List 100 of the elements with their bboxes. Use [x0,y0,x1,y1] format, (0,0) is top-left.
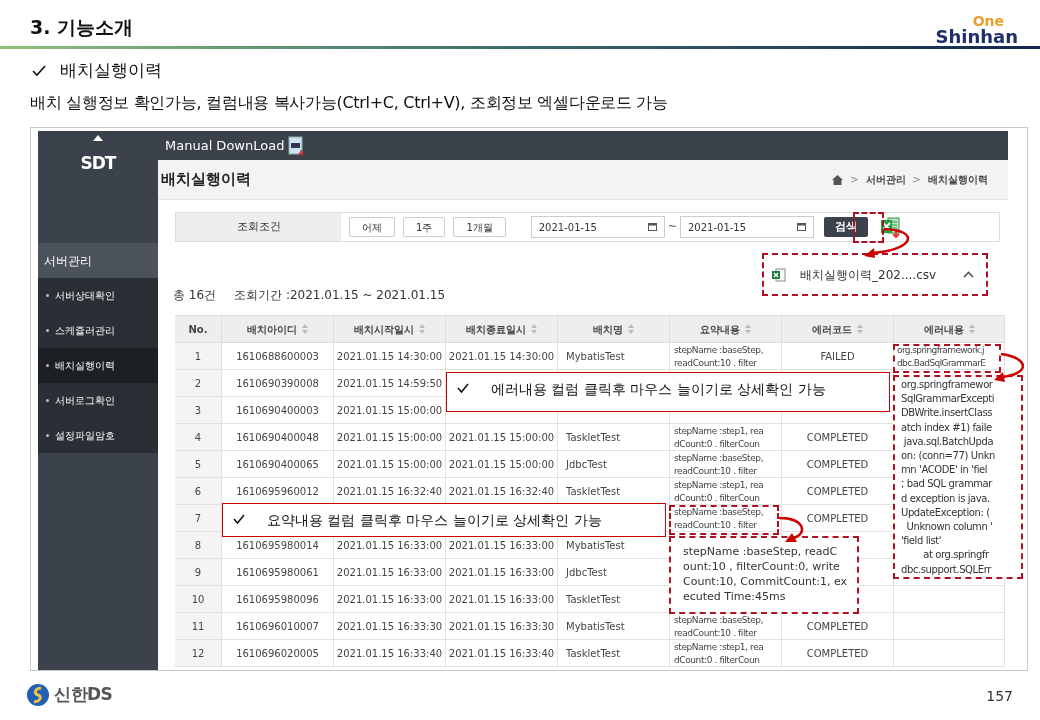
table-cell: 2021.01.15 15:00:00 [446,424,558,450]
table-cell: 1610690400065 [222,451,334,477]
table-cell: 2021.01.15 15:00:00 [334,424,446,450]
table-cell: MybatisTest [558,343,670,369]
table-cell: stepName :baseStep, readCount:10 . filter [670,505,782,531]
callout-text: 에러내용 컬럼 클릭후 마우스 늘이기로 상세확인 가능 [491,380,826,399]
table-cell: 1 [175,343,222,369]
table-cell: stepName :step1, rea dCount:0 . filterCoun [670,640,782,666]
table-cell: 7 [175,505,222,531]
column-header: 에러내용 [923,322,964,337]
search-period: 조회기간 :2021.01.15 ~ 2021.01.15 [234,287,446,303]
calendar-icon[interactable] [647,223,657,231]
callout-text: 요약내용 컬럼 클릭후 마우스 늘이기로 상세확인 가능 [267,511,602,530]
breadcrumb-separator: > [850,173,859,187]
column-header: No. [188,322,208,337]
column-header: 배치종료일시 [466,322,526,337]
table-header-cell[interactable]: 배치종료일시 [446,316,558,342]
bullet-text: 배치실행이력 [60,59,162,83]
table-cell: 2021.01.15 16:33:40 [334,640,446,666]
sidebar-section[interactable]: 서버관리 [38,243,158,278]
table-cell: 2021.01.15 16:33:00 [334,586,446,612]
brand-emblem-icon [26,682,50,707]
brand-logo: One Shinhan [935,14,1018,46]
table-cell: 1610688600003 [222,343,334,369]
breadcrumb-separator: > [912,173,921,187]
curved-arrow [864,227,910,258]
error-detail-tooltip: org.springframewor SqlGrammarExcepti DBWrite.insertClass atch index #1) faile java.sql.BatchUpda on: (conn=77) Unkn mn 'ACODE' in 'fiel ; bad SQL grammar d exception is java. UpdateException: ( Unknown column ' 'field list' at org.springfr dbc.support.SQLErr [893,375,1023,579]
period-button[interactable]: 1개월 [453,217,506,237]
table-cell: TaskletTest [558,640,670,666]
table-cell: 8 [175,532,222,558]
summary-tooltip: stepName :baseStep, readC ount:10 , filterCount:0, write Count:10, CommitCount:1, ex ecuted Time:45ms [669,536,859,614]
table-cell: 12 [175,640,222,666]
breadcrumb-item[interactable]: 배치실행이력 [928,172,988,187]
table-cell: 2021.01.15 16:33:30 [446,613,558,639]
table-cell: 9 [175,559,222,585]
slide-title: 3. 기능소개 [30,15,134,40]
table-header-cell[interactable]: 배치아이디 [222,316,334,342]
caret-up-icon [93,135,103,141]
table-header-cell[interactable]: 에러내용 [894,316,1005,342]
period-button[interactable]: 1주 [403,217,446,237]
table-header-cell[interactable]: 배치명 [558,316,670,342]
table-cell: COMPLETED [782,640,894,666]
table-cell: 2021.01.15 15:00:00 [446,451,558,477]
curved-arrow [994,352,1024,382]
table-cell: 2 [175,370,222,396]
manual-download-link[interactable]: Manual DownLoad [165,135,285,156]
column-header: 배치시작일시 [354,322,414,337]
page-number: 157 [986,687,1013,706]
calendar-icon[interactable] [796,223,806,231]
description-text: 배치 실행정보 확인가능, 컬럼내용 복사가능(Ctrl+C, Ctrl+V), 조회정보 엑셀다운로드 가능 [29,92,669,114]
pdf-icon[interactable] [288,135,305,156]
table-header-cell[interactable]: 에러코드 [782,316,894,342]
table-header-cell[interactable]: No. [175,316,222,342]
date-field[interactable]: 2021-01-15 [679,216,814,238]
table-cell: 1610695980096 [222,586,334,612]
sidebar-item[interactable]: 서버로그확인 [38,383,158,418]
table-cell: stepName :baseStep, readCount:10 . filter [670,343,782,369]
sidebar-item[interactable]: 설정파일암호 [38,418,158,453]
table-cell: 1610690400048 [222,424,334,450]
table-cell: 2021.01.15 14:30:00 [334,343,446,369]
result-count: 총 16건 [173,287,217,303]
table-cell: 2021.01.15 16:33:00 [334,559,446,585]
app-brand: SDT [80,152,116,175]
table-header-cell[interactable]: 배치시작일시 [334,316,446,342]
table-cell: 3 [175,397,222,423]
period-button[interactable]: 어제 [349,217,395,237]
table-cell: 1610696010007 [222,613,334,639]
spreadsheet-download-icon[interactable] [879,216,902,238]
column-header: 에러코드 [812,322,852,337]
sidebar-item[interactable]: 스케쥴러관리 [38,313,158,348]
footer-brand: 신한DS [54,683,113,706]
table-cell: 1610690390008 [222,370,334,396]
table-cell: JdbcTest [558,451,670,477]
table-cell: 1610690400003 [222,397,334,423]
chevron-up-icon[interactable] [963,271,974,278]
curved-arrow [778,516,804,542]
table-cell: 1610696020005 [222,640,334,666]
table-cell: 2021.01.15 16:33:00 [446,586,558,612]
table-cell: FAILED [782,343,894,369]
table-cell: 2021.01.15 16:33:30 [334,613,446,639]
page-title: 배치실행이력 [161,169,251,191]
table-cell: 6 [175,478,222,504]
table-cell: TaskletTest [558,424,670,450]
table-cell: 11 [175,613,222,639]
download-file-name[interactable]: 배치실행이력_202....csv [800,265,937,284]
spreadsheet-file-icon[interactable] [772,267,786,282]
home-icon[interactable] [832,174,844,185]
column-header: 배치아이디 [247,322,297,337]
date-field[interactable]: 2021-01-15 [530,216,665,238]
table-header-cell[interactable]: 요약내용 [670,316,782,342]
check-icon [457,383,469,394]
table-cell: 4 [175,424,222,450]
table-cell: 1610695980061 [222,559,334,585]
table-cell: 5 [175,451,222,477]
table-cell: 2021.01.15 16:33:00 [446,559,558,585]
column-header: 배치명 [593,322,623,337]
sidebar-item[interactable]: 배치실행이력 [38,348,158,383]
table-cell: 2021.01.15 14:30:00 [446,343,558,369]
breadcrumb-item[interactable]: 서버관리 [865,172,906,187]
sidebar-item[interactable]: 서버상태확인 [38,278,158,313]
